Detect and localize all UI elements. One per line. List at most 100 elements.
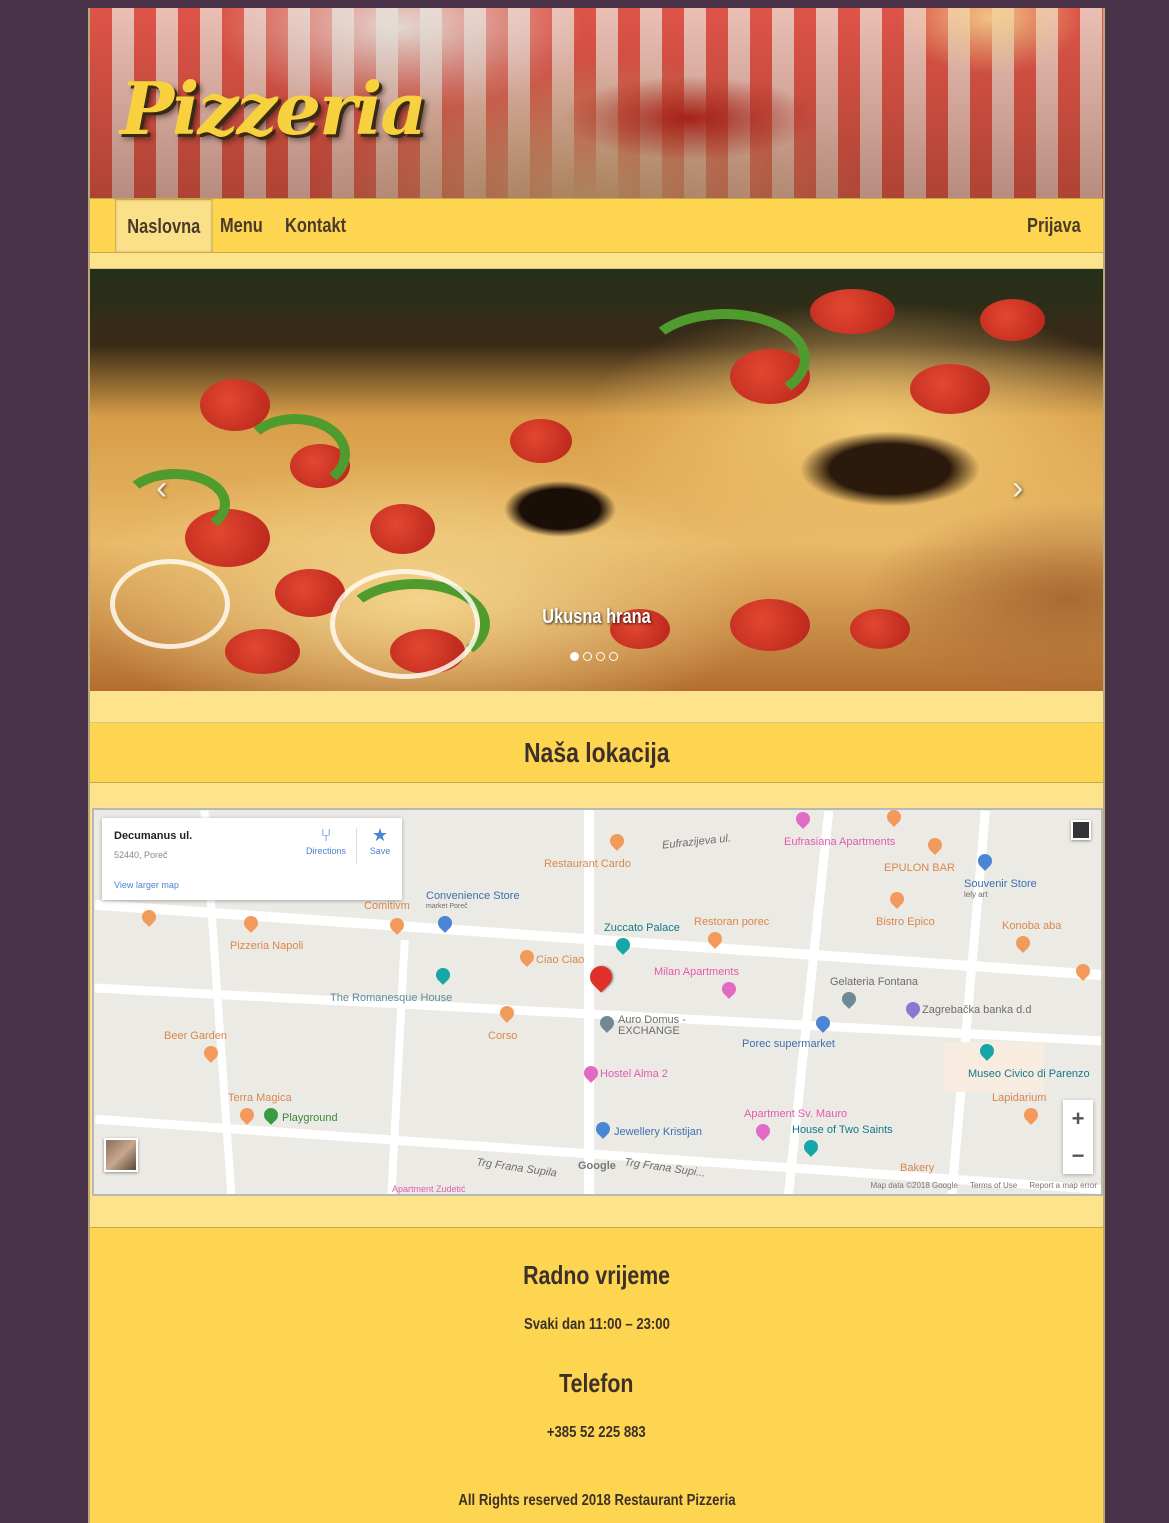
report-error-link[interactable]: Report a map error [1029,1181,1097,1190]
map-pin[interactable] [839,989,859,1009]
map-pin[interactable] [753,1121,773,1141]
carousel-dot[interactable] [583,652,592,661]
map-label[interactable]: Comitivm [364,900,410,912]
nav-item-menu[interactable]: Menu [220,199,263,253]
nav-divider [90,253,1103,269]
map-pin[interactable] [593,1119,613,1139]
nav-item-kontakt[interactable]: Kontakt [285,199,346,253]
map-pin[interactable] [433,965,453,985]
google-map[interactable]: Eufrazijeva ul. Eufrasiana Apartments Re… [92,808,1103,1196]
directions-button[interactable]: ⑂ Directions [298,824,354,856]
carousel-caption: Ukusna hrana [542,606,651,628]
carousel-image-detail [640,309,810,409]
map-label[interactable]: Restoran porec [694,916,769,928]
map-label[interactable]: Hostel Alma 2 [600,1068,668,1080]
phone-row: +385 52 225 883 [90,1424,1103,1442]
hours-text: Svaki dan 11:00 – 23:00 [523,1316,670,1333]
map-label[interactable]: Corso [488,1030,517,1042]
map-pin[interactable] [517,947,537,967]
map-label[interactable]: Porec supermarket [742,1038,835,1050]
star-icon: ★ [371,825,389,845]
carousel-dot[interactable] [596,652,605,661]
carousel-image-detail [910,364,990,414]
divider [356,828,357,864]
hours-title: Radno vrijeme [523,1260,670,1290]
carousel-image-detail [225,629,300,674]
save-button[interactable]: ★ Save [360,824,400,856]
location-title: Naša lokacija [523,737,670,768]
carousel-dot[interactable] [570,652,579,661]
save-label: Save [369,846,391,856]
map-label[interactable]: House of Two Saints [792,1124,893,1136]
map-pin[interactable] [884,810,904,827]
hours-row: Svaki dan 11:00 – 23:00 [90,1316,1103,1334]
terms-link[interactable]: Terms of Use [970,1181,1017,1190]
phone-number[interactable]: +385 52 225 883 [547,1424,646,1442]
carousel-image-detail [110,559,230,649]
map-label[interactable]: Pizzeria Napoli [230,940,303,952]
map-label[interactable]: Zagrebačka banka d.d [922,1004,1031,1016]
map-label[interactable]: Bistro Epico [876,916,935,928]
map-pin[interactable] [607,831,627,851]
pegman-icon[interactable] [1071,820,1091,840]
map-pin[interactable] [793,810,813,829]
map-label[interactable]: Bakery [900,1162,934,1174]
map-label[interactable]: Souvenir Store [964,878,1037,890]
map-label[interactable]: Jewellery Kristijan [614,1126,702,1138]
logo[interactable]: Pizzeria [120,66,427,151]
map-label[interactable]: Terra Magica [228,1092,292,1104]
map-label[interactable]: Ciao Ciao [536,954,584,966]
map-pin[interactable] [1021,1105,1041,1125]
zoom-out-button[interactable]: − [1063,1137,1093,1174]
map-pin[interactable] [387,915,407,935]
map-pin[interactable] [903,999,923,1019]
map-label[interactable]: EPULON BAR [884,862,955,874]
location-header: Naša lokacija [90,723,1103,783]
carousel-prev-arrow[interactable]: ‹ [156,469,167,508]
nav-item-prijava[interactable]: Prijava [1027,199,1081,253]
map-label[interactable]: Beer Garden [164,1030,227,1042]
place-title: Decumanus ul. [114,830,193,842]
map-label[interactable]: Playground [282,1112,338,1124]
map-pin[interactable] [261,1105,281,1125]
map-pin[interactable] [801,1137,821,1157]
map-label: EXCHANGE [618,1025,680,1037]
map-pin[interactable] [925,835,945,855]
map-pin[interactable] [719,979,739,999]
carousel-dot[interactable] [609,652,618,661]
map-label[interactable]: Zuccato Palace [604,922,680,934]
map-label[interactable]: Convenience Store [426,890,520,902]
map-label[interactable]: The Romanesque House [330,992,452,1004]
zoom-in-button[interactable]: + [1063,1100,1093,1137]
view-larger-map-link[interactable]: View larger map [114,880,179,890]
carousel-indicators [570,652,618,661]
map-info-box: Decumanus ul. 52440, Poreč View larger m… [102,818,402,900]
map-pin[interactable] [237,1105,257,1125]
copyright-row: All Rights reserved 2018 Restaurant Pizz… [90,1492,1103,1510]
map-label: Eufrazijeva ul. [661,832,732,852]
carousel-next-arrow[interactable]: › [1012,469,1023,508]
nav-item-naslovna[interactable]: Naslovna [115,199,213,253]
map-label[interactable]: Museo Civico di Parenzo [968,1068,1090,1080]
place-address: 52440, Poreč [114,850,168,860]
map-pin[interactable] [887,889,907,909]
map-label[interactable]: Restaurant Cardo [544,858,631,870]
map-label[interactable]: Gelateria Fontana [830,976,918,988]
map-label[interactable]: Konoba aba [1002,920,1061,932]
map-road [783,810,834,1194]
street-view-thumbnail[interactable] [104,1138,138,1172]
phone-title: Telefon [559,1368,634,1398]
map-label: Trg Frana Supila [475,1156,558,1180]
map-road [387,939,409,1194]
map-label[interactable]: Apartment Zudetić [392,1184,466,1194]
map-attribution: Map data ©2018 Google Terms of Use Repor… [861,1181,1097,1190]
map-label[interactable]: Milan Apartments [654,966,739,978]
map-pin[interactable] [1013,933,1033,953]
map-label[interactable]: Apartment Sv. Mauro [744,1108,847,1120]
map-label[interactable]: Lapidarium [992,1092,1046,1104]
carousel-image-detail [810,289,895,334]
directions-label: Directions [305,846,346,856]
hours-title-row: Radno vrijeme [90,1260,1103,1291]
footer: Radno vrijeme Svaki dan 11:00 – 23:00 Te… [90,1228,1103,1523]
map-label[interactable]: Eufrasiana Apartments [784,836,895,848]
